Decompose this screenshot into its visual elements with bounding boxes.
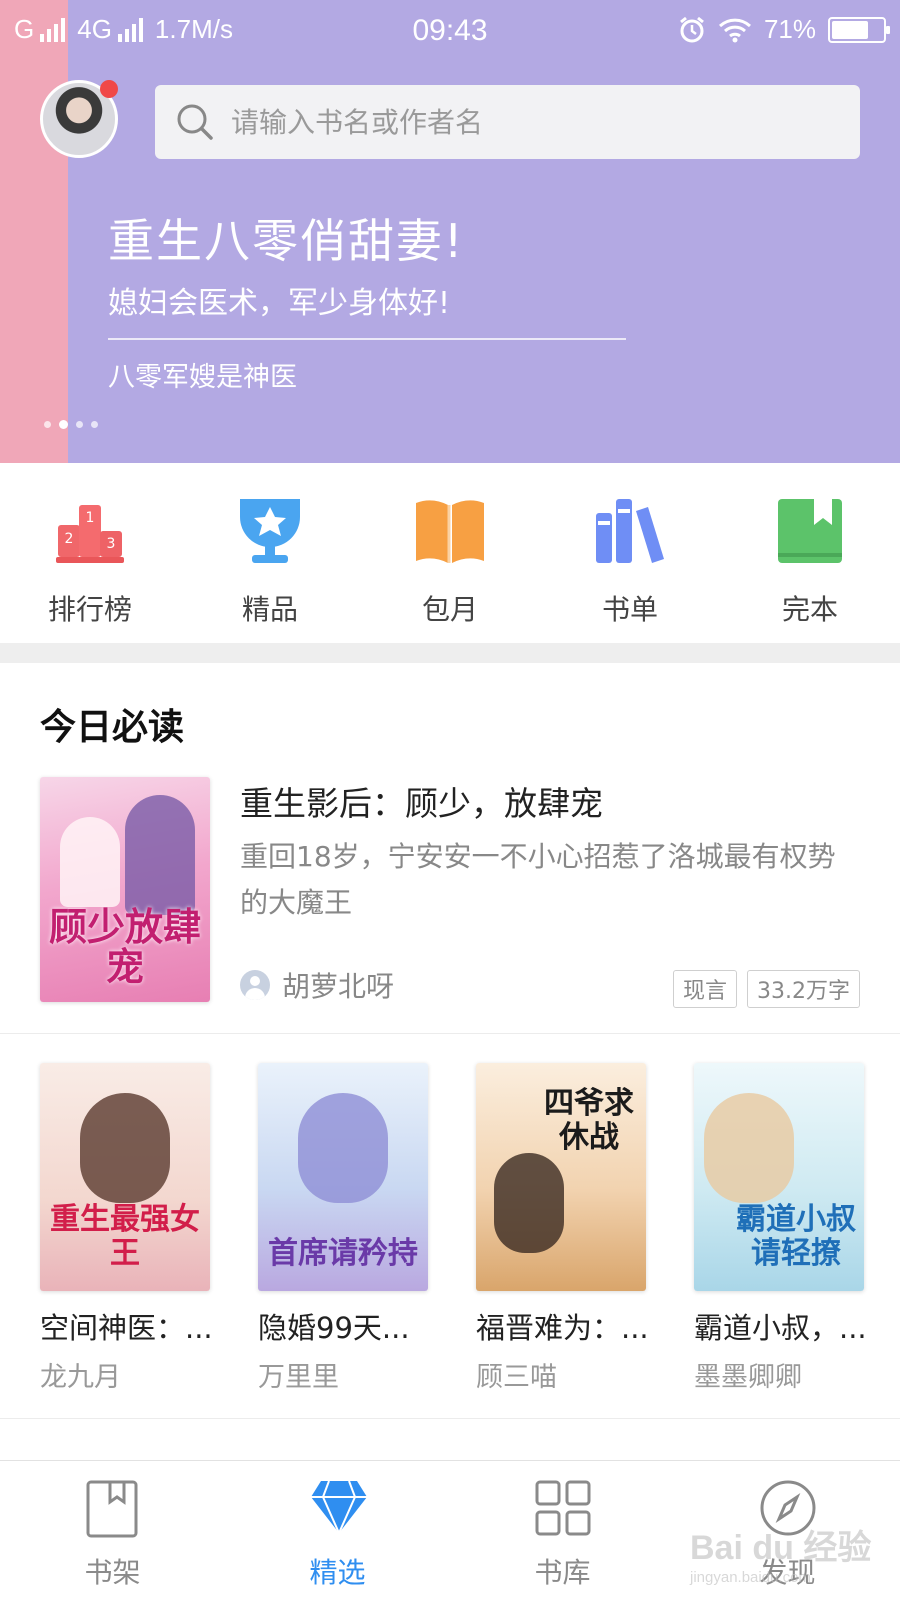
cover-title: 霸道小叔请轻撩 [736, 1202, 856, 1271]
cover-title: 四爷求休战 [544, 1086, 634, 1155]
banner-divider [108, 338, 626, 340]
bookshelf-icon [596, 499, 664, 563]
cover-title: 首席请矜持 [268, 1236, 418, 1271]
book-title: 空间神医：... [40, 1311, 213, 1345]
watermark-sub: jingyan.baidu.com [690, 1569, 811, 1586]
status-bar: G 4G 1.7M/s 09:43 71% [0, 0, 900, 64]
featured-book-title[interactable]: 重生影后：顾少，放肆宠 [240, 777, 603, 825]
book-cover[interactable]: 霸道小叔请轻撩 [694, 1063, 864, 1291]
search-input[interactable] [231, 105, 831, 139]
section-separator [0, 643, 900, 663]
wifi-icon [718, 18, 751, 42]
banner-subtitle: 媳妇会医术，军少身体好! [108, 286, 451, 321]
watermark: Bai du 经验 jingyan.baidu.com [690, 1520, 871, 1586]
cover-figure [80, 1093, 170, 1203]
cover-figure [298, 1093, 388, 1203]
tab-label: 精选 [309, 1556, 366, 1589]
category-label: 完本 [781, 593, 838, 626]
open-book-icon [416, 500, 484, 563]
svg-text:1: 1 [86, 510, 95, 526]
battery-icon [828, 16, 890, 43]
banner-left-strip [0, 0, 68, 463]
notification-dot [100, 80, 118, 98]
category-label: 书单 [601, 593, 658, 626]
category-row: 2 1 3 排行榜 精品 包月 书单 完本 [0, 463, 900, 643]
category-completed[interactable]: 完本 [720, 463, 900, 643]
genre-tag: 现言 [672, 970, 737, 1008]
diamond-icon [311, 1480, 367, 1535]
search-icon [177, 104, 213, 140]
category-label: 包月 [421, 593, 478, 626]
cover-figure [125, 795, 195, 915]
tab-bookshelf[interactable]: 书架 [0, 1461, 225, 1600]
search-bar[interactable] [155, 85, 860, 159]
featured-book-author: 胡萝北呀 [240, 965, 394, 1005]
book-card[interactable]: 四爷求休战 福晋难为：... 顾三喵 [476, 1063, 652, 1393]
alarm-icon [680, 16, 704, 42]
user-icon [240, 970, 270, 1000]
book-cover[interactable]: 四爷求休战 [476, 1063, 646, 1291]
trophy-icon [240, 499, 300, 563]
book-card[interactable]: 首席请矜持 隐婚99天... 万里里 [258, 1063, 434, 1393]
category-premium[interactable]: 精品 [180, 463, 360, 643]
featured-book-cover[interactable]: 顾少放肆宠 [40, 777, 210, 1002]
battery-percent: 71% [763, 14, 816, 44]
tab-featured[interactable]: 精选 [225, 1461, 450, 1600]
book-title: 福晋难为：... [476, 1311, 649, 1345]
category-label: 精品 [241, 593, 298, 626]
cover-figure [60, 817, 120, 907]
book-author: 万里里 [258, 1362, 339, 1393]
category-label: 排行榜 [47, 593, 132, 626]
book-title: 霸道小叔，... [694, 1311, 867, 1345]
grid-icon [535, 1480, 591, 1536]
tab-library[interactable]: 书库 [450, 1461, 675, 1600]
closed-book-icon [778, 499, 842, 563]
divider [0, 1033, 900, 1034]
podium-icon: 2 1 3 [56, 505, 124, 563]
status-right: 71% [678, 14, 890, 45]
carousel-indicator [44, 420, 98, 429]
book-title: 隐婚99天... [258, 1311, 410, 1345]
author-name: 胡萝北呀 [282, 970, 395, 1003]
divider [0, 1418, 900, 1419]
book-tags: 现言 33.2万字 [672, 970, 860, 1008]
category-monthly[interactable]: 包月 [360, 463, 540, 643]
cover-title: 顾少放肆宠 [48, 904, 201, 989]
hero-banner[interactable]: G 4G 1.7M/s 09:43 71% 重生八零俏甜妻! 媳妇会医术，军少身… [0, 0, 900, 463]
cover-figure [704, 1093, 794, 1203]
banner-title: 重生八零俏甜妻! [108, 214, 465, 268]
book-card[interactable]: 霸道小叔请轻撩 霸道小叔，... 墨墨卿卿 [694, 1063, 870, 1393]
svg-text:3: 3 [107, 536, 116, 552]
book-grid: 重生最强女王 空间神医：... 龙九月 首席请矜持 隐婚99天... 万里里 四… [40, 1063, 870, 1393]
watermark-main: Bai du 经验 [690, 1529, 872, 1567]
book-author: 顾三喵 [476, 1362, 557, 1393]
cover-title: 重生最强女王 [50, 1202, 200, 1271]
book-card[interactable]: 重生最强女王 空间神医：... 龙九月 [40, 1063, 216, 1393]
book-cover[interactable]: 首席请矜持 [258, 1063, 428, 1291]
svg-text:2: 2 [65, 531, 74, 547]
bookmark-book-icon [86, 1480, 138, 1538]
tab-label: 书架 [84, 1556, 141, 1589]
category-ranking[interactable]: 2 1 3 排行榜 [0, 463, 180, 643]
banner-book-name: 八零军嫂是神医 [108, 362, 297, 393]
tab-label: 书库 [534, 1556, 591, 1589]
category-booklist[interactable]: 书单 [540, 463, 720, 643]
word-count-tag: 33.2万字 [747, 970, 860, 1008]
battery-fill [832, 20, 868, 39]
book-author: 龙九月 [40, 1362, 121, 1393]
cover-figure [494, 1153, 564, 1253]
book-author: 墨墨卿卿 [694, 1362, 802, 1393]
featured-book-description: 重回18岁，宁安安一不小心招惹了洛城最有权势的大魔王 [240, 840, 836, 919]
section-title: 今日必读 [40, 707, 185, 748]
book-cover[interactable]: 重生最强女王 [40, 1063, 210, 1291]
